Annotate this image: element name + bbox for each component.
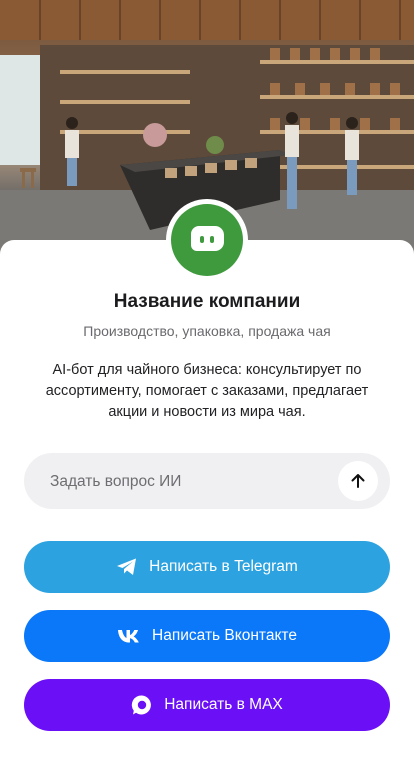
send-button[interactable] bbox=[338, 461, 378, 501]
max-icon bbox=[132, 695, 152, 715]
max-button-label: Написать в MAX bbox=[164, 696, 283, 713]
ask-ai-input[interactable] bbox=[48, 453, 332, 511]
vk-button-label: Написать Вконтакте bbox=[152, 627, 297, 644]
arrow-up-icon bbox=[351, 474, 365, 488]
telegram-icon bbox=[117, 558, 137, 575]
company-tagline: Производство, упаковка, продажа чая bbox=[83, 323, 331, 339]
telegram-button-label: Написать в Telegram bbox=[149, 558, 298, 575]
avatar bbox=[171, 204, 243, 276]
vk-icon bbox=[118, 630, 139, 643]
max-button[interactable]: Написать в MAX bbox=[24, 679, 390, 731]
vk-button[interactable]: Написать Вконтакте bbox=[24, 610, 390, 662]
company-description: AI-бот для чайного бизнеса: консультируе… bbox=[45, 362, 369, 420]
ask-ai-bar bbox=[24, 453, 390, 511]
company-name: Название компании bbox=[113, 291, 301, 312]
telegram-button[interactable]: Написать в Telegram bbox=[24, 541, 390, 593]
chat-bot-icon bbox=[191, 226, 224, 251]
